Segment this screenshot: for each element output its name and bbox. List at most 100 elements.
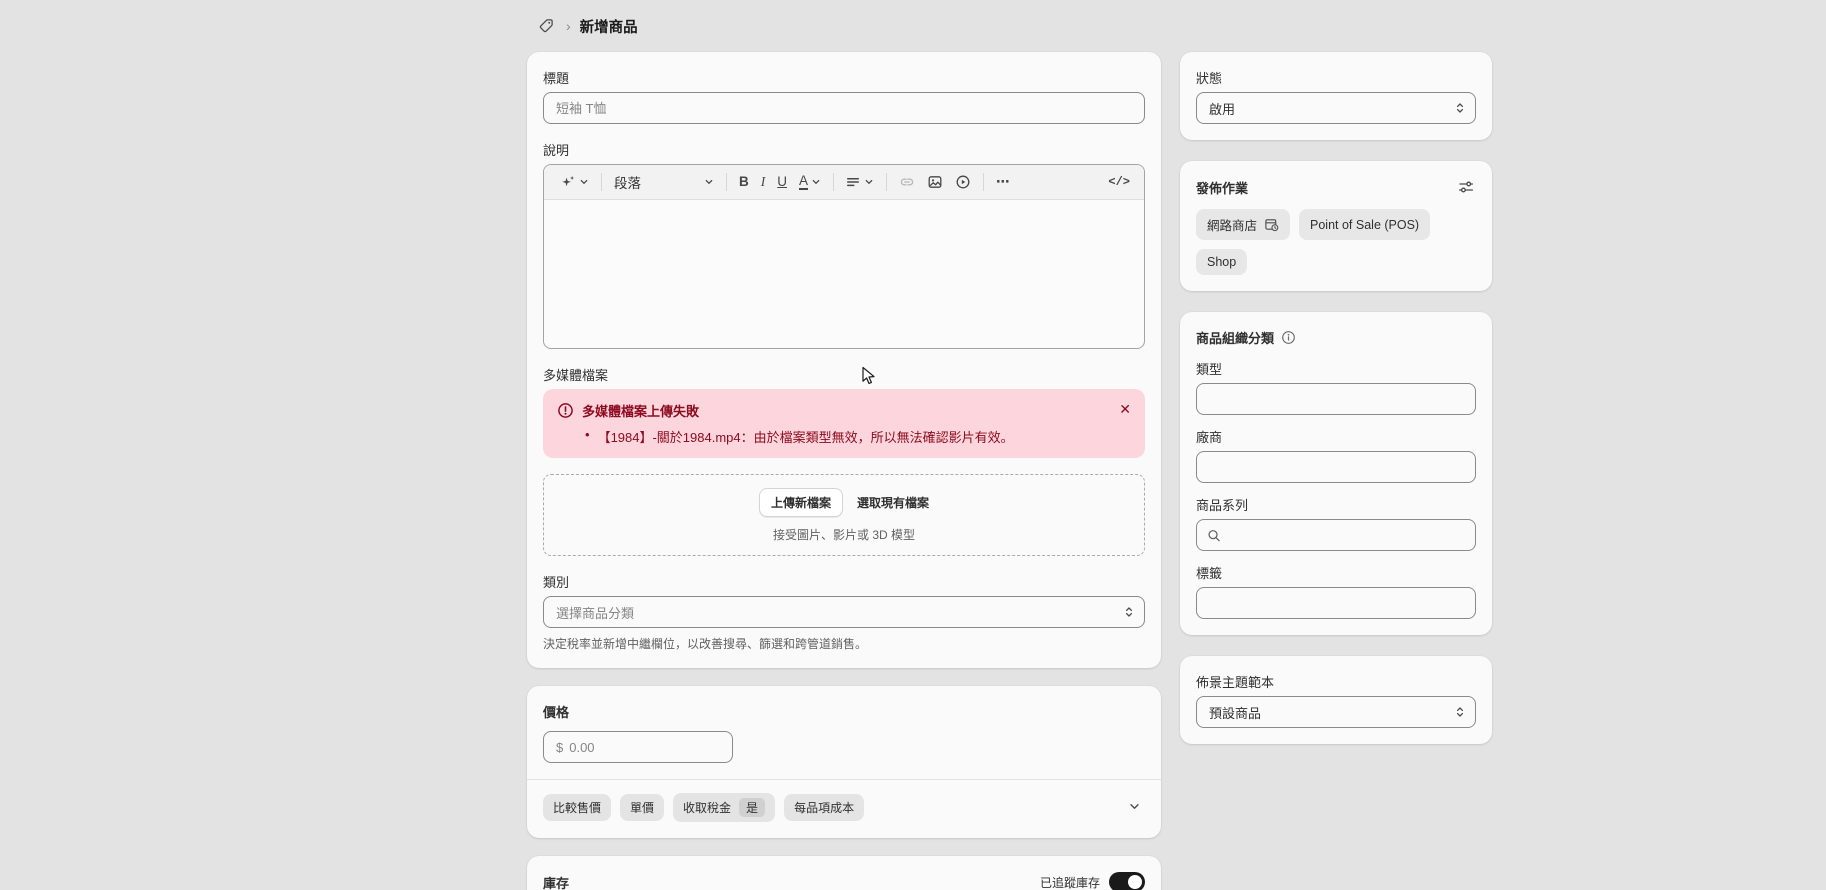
dropzone-hint: 接受圖片、影片或 3D 模型: [554, 526, 1134, 543]
insert-image-button[interactable]: [923, 171, 947, 193]
media-group: 多媒體檔案 多媒體檔案上傳失敗 • 【1984】-關於1984.mp4：由於檔案…: [543, 365, 1145, 556]
channel-pos: Point of Sale (POS): [1299, 209, 1430, 240]
italic-button[interactable]: I: [757, 171, 770, 193]
pricing-options-row: 比較售價 單價 收取稅金 是 每品項成本: [543, 793, 1145, 822]
dropzone-actions: 上傳新檔案 選取現有檔案: [554, 488, 1134, 517]
theme-template-select[interactable]: 預設商品: [1196, 696, 1476, 728]
link-icon: [899, 174, 915, 190]
expand-pricing-chevron[interactable]: [1124, 796, 1145, 820]
status-card: 狀態 啟用: [1180, 52, 1492, 140]
text-color-button[interactable]: A: [795, 171, 825, 193]
insert-video-button[interactable]: [951, 171, 975, 193]
media-upload-error-banner: 多媒體檔案上傳失敗 • 【1984】-關於1984.mp4：由於檔案類型無效，所…: [543, 389, 1145, 458]
products-tag-icon[interactable]: [535, 15, 557, 37]
category-select[interactable]: 選擇商品分類: [543, 596, 1145, 628]
text-color-letter: A: [799, 174, 808, 190]
price-input[interactable]: [569, 740, 720, 755]
inventory-toggle-wrap: 已追蹤庫存: [1040, 872, 1145, 890]
select-chevrons-icon: [1454, 706, 1466, 718]
upload-new-file-button[interactable]: 上傳新檔案: [759, 488, 843, 517]
magic-sparkle-button[interactable]: [556, 171, 593, 193]
close-icon[interactable]: ✕: [1117, 399, 1133, 420]
add-product-page: › 新增商品 標題 說明: [0, 0, 1826, 890]
alert-circle-icon: [557, 402, 574, 419]
charge-tax-label: 收取稅金: [683, 799, 731, 816]
schedule-calendar-clock-icon[interactable]: [1264, 217, 1279, 232]
publishing-title: 發佈作業: [1196, 178, 1248, 197]
underline-button[interactable]: U: [773, 171, 791, 192]
image-icon: [927, 174, 943, 190]
inventory-title: 庫存: [543, 873, 569, 890]
manage-channels-sliders-icon[interactable]: [1456, 177, 1476, 197]
select-existing-button[interactable]: 選取現有檔案: [857, 494, 929, 511]
publishing-card: 發佈作業 網路商店: [1180, 161, 1492, 291]
type-input[interactable]: [1196, 383, 1476, 415]
error-banner-head: 多媒體檔案上傳失敗: [557, 401, 1109, 420]
tags-label: 標籤: [1196, 563, 1476, 582]
title-group: 標題: [543, 68, 1145, 124]
title-input[interactable]: [543, 92, 1145, 124]
info-icon[interactable]: [1281, 330, 1296, 345]
organization-title: 商品組織分類: [1196, 328, 1274, 347]
sidebar: 狀態 啟用 發佈作業: [1180, 52, 1492, 744]
collections-field: [1196, 519, 1476, 551]
description-label: 說明: [543, 140, 1145, 159]
channel-label: 網路商店: [1207, 215, 1257, 234]
product-details-card: 標題 說明: [527, 52, 1161, 668]
bold-button[interactable]: B: [735, 171, 753, 192]
chevron-down-icon: [1128, 800, 1141, 813]
media-label: 多媒體檔案: [543, 365, 1145, 384]
bullet: •: [585, 427, 590, 446]
chevron-down-icon: [579, 177, 589, 187]
chevron-down-icon: [864, 177, 874, 187]
channel-shop: Shop: [1196, 249, 1247, 275]
inventory-card: 庫存 已追蹤庫存: [527, 856, 1161, 890]
collections-input[interactable]: [1228, 528, 1465, 543]
status-select[interactable]: 啟用: [1196, 92, 1476, 124]
collections-group: 商品系列: [1196, 495, 1476, 551]
text-align-button[interactable]: [842, 172, 878, 192]
paragraph-style-dropdown[interactable]: 段落: [610, 169, 718, 195]
error-detail-line: • 【1984】-關於1984.mp4：由於檔案類型無效，所以無法確認影片有效。: [585, 427, 1109, 446]
show-html-button[interactable]: </>: [1104, 172, 1134, 192]
vendor-input[interactable]: [1196, 451, 1476, 483]
status-label: 狀態: [1196, 68, 1476, 87]
breadcrumb-separator: ›: [566, 18, 571, 34]
price-field: $: [543, 731, 733, 763]
track-inventory-label: 已追蹤庫存: [1040, 874, 1100, 890]
category-label: 類別: [543, 572, 1145, 591]
breadcrumb: › 新增商品: [535, 12, 638, 40]
track-inventory-toggle[interactable]: [1109, 872, 1145, 890]
description-textarea[interactable]: [544, 200, 1144, 348]
more-options-button[interactable]: ⋯: [992, 171, 1015, 193]
format-group: B I U A: [727, 171, 833, 193]
divider: [527, 779, 1161, 780]
tags-input[interactable]: [1196, 587, 1476, 619]
rich-text-editor: 段落 B I U A: [543, 164, 1145, 349]
pricing-title: 價格: [543, 702, 1145, 721]
type-group: 類型: [1196, 359, 1476, 415]
currency-prefix: $: [556, 740, 563, 755]
error-title: 多媒體檔案上傳失敗: [582, 401, 699, 420]
product-organization-card: 商品組織分類 類型 廠商 商品系列: [1180, 312, 1492, 635]
video-icon: [955, 174, 971, 190]
paragraph-style-label: 段落: [614, 172, 641, 192]
type-label: 類型: [1196, 359, 1476, 378]
theme-template-card: 佈景主題範本 預設商品: [1180, 656, 1492, 744]
title-label: 標題: [543, 68, 1145, 87]
organization-header: 商品組織分類: [1196, 328, 1476, 347]
theme-template-value: 預設商品: [1209, 703, 1261, 722]
charge-tax-value: 是: [739, 798, 765, 817]
category-group: 類別 選擇商品分類 決定稅率並新增中繼欄位，以改善搜尋、篩選和跨管道銷售。: [543, 572, 1145, 652]
compare-at-price-pill: 比較售價: [543, 794, 611, 821]
select-chevrons-icon: [1454, 102, 1466, 114]
pricing-card: 價格 $ 比較售價 單價 收取稅金 是 每品項成本: [527, 686, 1161, 838]
chevron-down-icon: [704, 177, 714, 187]
category-placeholder: 選擇商品分類: [556, 603, 634, 622]
editor-toolbar: 段落 B I U A: [544, 165, 1144, 200]
tags-group: 標籤: [1196, 563, 1476, 619]
media-dropzone[interactable]: 上傳新檔案 選取現有檔案 接受圖片、影片或 3D 模型: [543, 474, 1145, 556]
cost-per-item-pill: 每品項成本: [784, 794, 864, 821]
link-button[interactable]: [895, 171, 919, 193]
more-group: ⋯: [984, 171, 1023, 193]
